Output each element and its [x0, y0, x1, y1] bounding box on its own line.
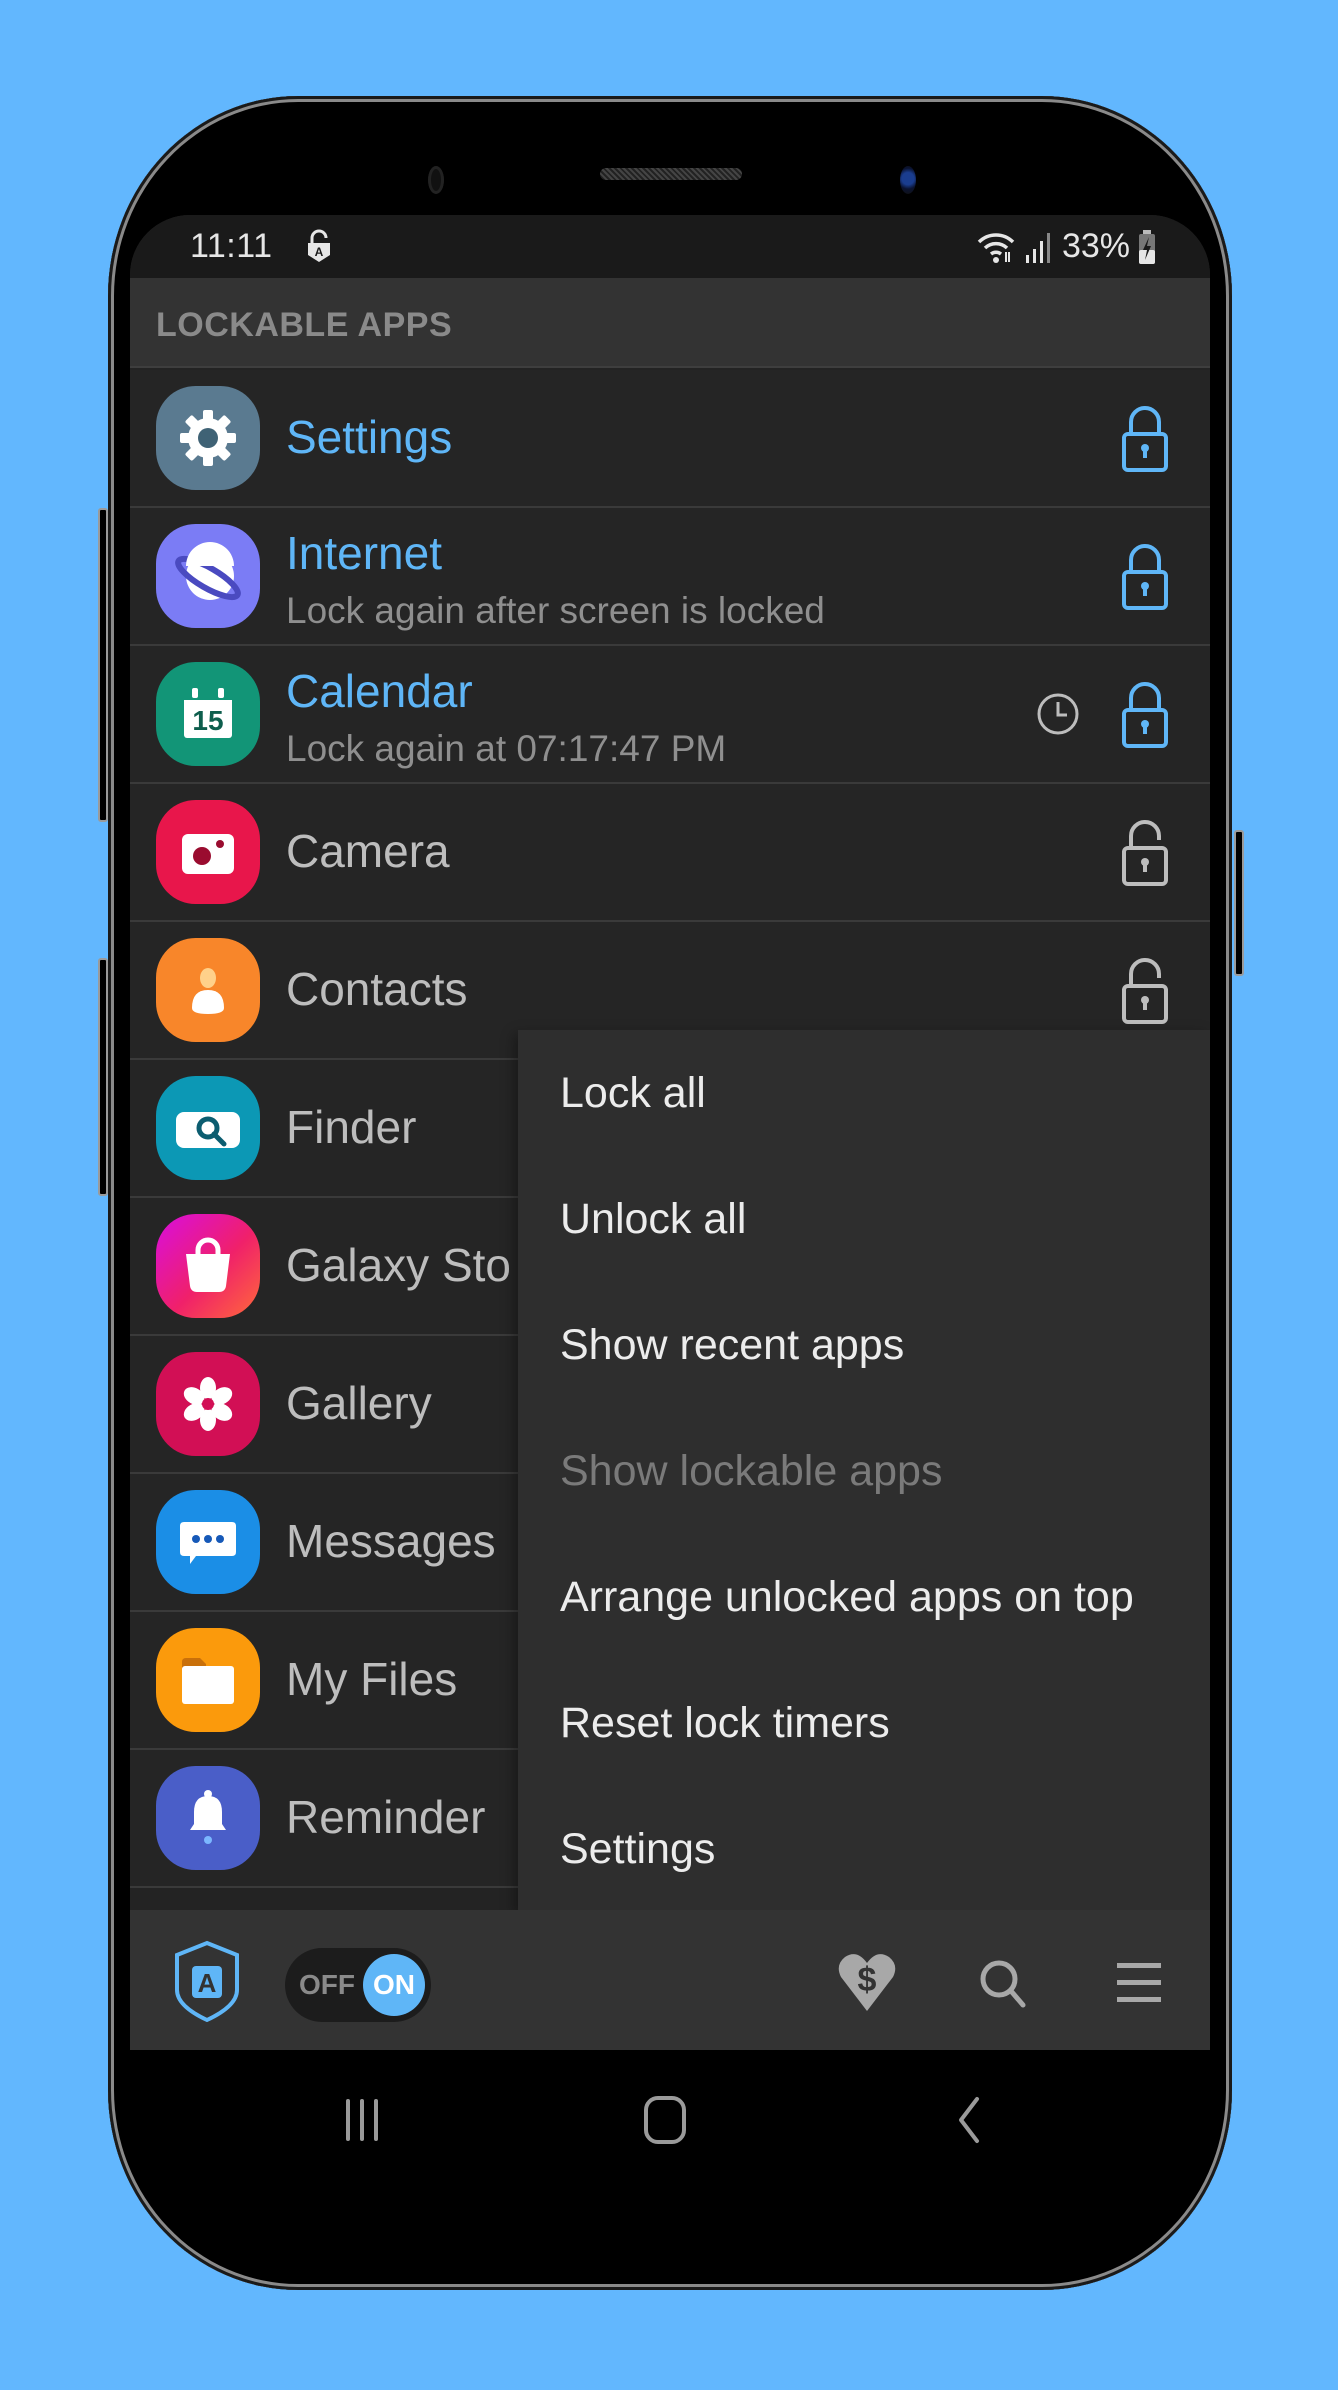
- menu-item-unlock-all[interactable]: Unlock all: [518, 1156, 1210, 1282]
- lock-closed-icon[interactable]: [1120, 542, 1170, 612]
- battery-charging-icon: [1138, 229, 1156, 264]
- signal-icon: [1024, 231, 1054, 263]
- app-row-internet[interactable]: Internet Lock again after screen is lock…: [130, 508, 1210, 646]
- app-lock-subtitle: Lock again after screen is locked: [286, 590, 825, 631]
- back-icon[interactable]: [938, 2090, 998, 2150]
- app-name: Finder: [286, 1101, 417, 1153]
- app-name: Reminder: [286, 1791, 486, 1843]
- menu-item-show-recent-apps[interactable]: Show recent apps: [518, 1282, 1210, 1408]
- status-bar: 11:11 A 33%: [130, 215, 1210, 278]
- internet-planet-icon: [156, 524, 260, 628]
- front-camera: [900, 166, 916, 194]
- app-name: Calendar: [286, 665, 473, 717]
- app-name: My Files: [286, 1653, 458, 1705]
- app-name: Contacts: [286, 963, 468, 1015]
- hamburger-menu-icon[interactable]: [1104, 1948, 1174, 2018]
- gallery-flower-icon: [156, 1352, 260, 1456]
- toggle-knob: ON: [363, 1954, 425, 2016]
- battery-percent: 33%: [1061, 227, 1130, 265]
- reminder-bell-icon: [156, 1766, 260, 1870]
- app-lock-subtitle: Lock again at 07:17:47 PM: [286, 728, 727, 769]
- camera-icon: [156, 800, 260, 904]
- lock-open-icon[interactable]: [1120, 956, 1170, 1026]
- app-name: Messages: [286, 1515, 496, 1567]
- folder-icon: [156, 1628, 260, 1732]
- finder-search-icon: [156, 1076, 260, 1180]
- menu-item-show-lockable-apps: Show lockable apps: [560, 1446, 943, 1495]
- svg-text:$: $: [858, 1961, 877, 1999]
- wifi-icon: [976, 230, 1016, 264]
- toggle-on-label: ON: [373, 1969, 415, 2000]
- donate-heart-icon[interactable]: $: [832, 1948, 902, 2018]
- home-icon[interactable]: [635, 2090, 695, 2150]
- menu-item-settings[interactable]: Settings: [518, 1786, 1210, 1912]
- contacts-person-icon: [156, 938, 260, 1042]
- store-bag-icon: [156, 1214, 260, 1318]
- calendar-icon: 15: [156, 662, 260, 766]
- app-name: Internet: [286, 527, 442, 579]
- app-name: Settings: [286, 411, 453, 463]
- svg-text:15: 15: [192, 705, 223, 736]
- app-row-camera[interactable]: Camera: [130, 784, 1210, 922]
- volume-up-button: [98, 508, 108, 822]
- app-name: Galaxy Sto: [286, 1239, 511, 1291]
- power-button: [1234, 830, 1244, 976]
- app-lock-icon: A: [306, 229, 332, 263]
- shield-a-icon: A: [172, 1940, 242, 2023]
- protection-toggle[interactable]: OFF ON: [285, 1948, 431, 2022]
- bottom-toolbar: A OFF ON $: [130, 1910, 1210, 2050]
- app-row-settings[interactable]: Settings: [130, 370, 1210, 508]
- section-title: LOCKABLE APPS: [156, 306, 453, 344]
- menu-item-reset-lock-timers[interactable]: Reset lock timers: [518, 1660, 1210, 1786]
- messages-bubble-icon: [156, 1490, 260, 1594]
- lock-closed-icon[interactable]: [1120, 680, 1170, 750]
- svg-text:A: A: [315, 245, 324, 259]
- proximity-sensor: [428, 166, 444, 194]
- app-row-calendar[interactable]: 15 Calendar Lock again at 07:17:47 PM: [130, 646, 1210, 784]
- search-icon[interactable]: [968, 1948, 1038, 2018]
- clock-timer-icon[interactable]: [1036, 692, 1080, 736]
- overflow-menu: Lock all Unlock all Show recent apps Sho…: [518, 1030, 1210, 1910]
- app-screen: 11:11 A 33% LOCKABLE APPS Settings Inter…: [130, 215, 1210, 2050]
- menu-item-lock-all[interactable]: Lock all: [518, 1030, 1210, 1156]
- system-nav-bar: [130, 2050, 1210, 2170]
- app-name: Gallery: [286, 1377, 432, 1429]
- earpiece-speaker: [600, 168, 742, 180]
- toggle-off-label: OFF: [299, 1969, 355, 2000]
- lock-open-icon[interactable]: [1120, 818, 1170, 888]
- status-time: 11:11: [190, 227, 273, 265]
- lock-closed-icon[interactable]: [1120, 404, 1170, 474]
- app-name: Camera: [286, 825, 450, 877]
- section-header: LOCKABLE APPS: [130, 278, 1210, 368]
- recent-apps-icon[interactable]: [332, 2090, 392, 2150]
- settings-gear-icon: [156, 386, 260, 490]
- bixby-button: [98, 958, 108, 1196]
- menu-item-arrange-unlocked-on-top[interactable]: Arrange unlocked apps on top: [518, 1534, 1210, 1660]
- svg-text:A: A: [198, 1968, 217, 1998]
